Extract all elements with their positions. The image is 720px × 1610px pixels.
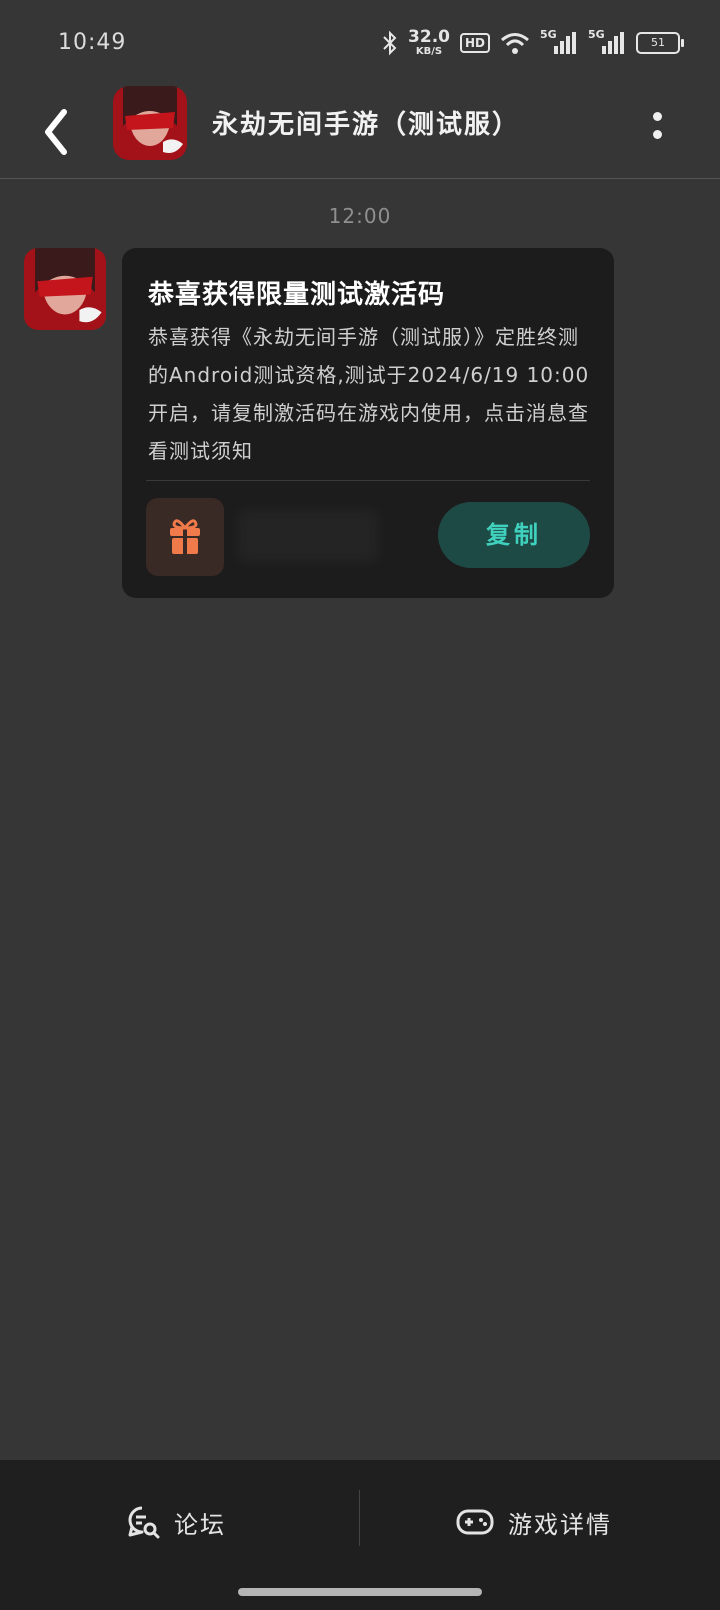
page-title: 永劫无间手游（测试服）: [212, 110, 521, 140]
game-icon[interactable]: [113, 86, 187, 160]
message-body: 恭喜获得《永劫无间手游（测试服）》定胜终测的Android测试资格,测试于202…: [148, 325, 590, 463]
message-card[interactable]: 恭喜获得限量测试激活码 恭喜获得《永劫无间手游（测试服）》定胜终测的Androi…: [122, 248, 614, 598]
game-character-icon: [113, 86, 187, 160]
hidden-activation-code: [238, 510, 378, 562]
status-time: 10:49: [58, 30, 127, 55]
message-title: 恭喜获得限量测试激活码: [148, 280, 446, 310]
game-character-icon: [24, 248, 106, 330]
hd-badge: HD: [459, 33, 490, 53]
nav-separator: [359, 1490, 360, 1546]
signal-sim1-icon: 5G: [540, 28, 578, 56]
forum-label: 论坛: [174, 1510, 226, 1539]
gift-icon: [170, 519, 200, 554]
forum-search-icon: [128, 1506, 160, 1539]
forum-tab[interactable]: 论坛: [126, 1500, 226, 1544]
card-divider: [146, 480, 590, 481]
back-button[interactable]: [38, 104, 78, 160]
sender-avatar[interactable]: [24, 248, 106, 330]
bluetooth-icon: [383, 30, 397, 56]
vertical-dots-icon: [653, 112, 662, 121]
wifi-icon: [501, 33, 529, 54]
battery-icon: 51: [636, 32, 684, 54]
game-details-tab[interactable]: 游戏详情: [456, 1500, 612, 1544]
game-details-label: 游戏详情: [508, 1510, 612, 1539]
net-speed: 32.0 KB/S: [408, 27, 450, 57]
copy-button[interactable]: 复制: [438, 502, 590, 568]
status-icons: 32.0 KB/S HD 5G 5G 51: [382, 26, 684, 60]
chat-header: 永劫无间手游（测试服）: [0, 86, 720, 179]
chevron-left-icon: [45, 109, 67, 155]
more-options-button[interactable]: [648, 106, 668, 146]
message-timestamp: 12:00: [328, 204, 392, 228]
home-indicator[interactable]: [238, 1588, 482, 1596]
gift-badge: [146, 498, 224, 576]
status-bar: 10:49 32.0 KB/S HD 5G 5G 51: [0, 0, 720, 86]
signal-sim2-icon: 5G: [588, 28, 626, 56]
gamepad-icon: [456, 1509, 494, 1535]
